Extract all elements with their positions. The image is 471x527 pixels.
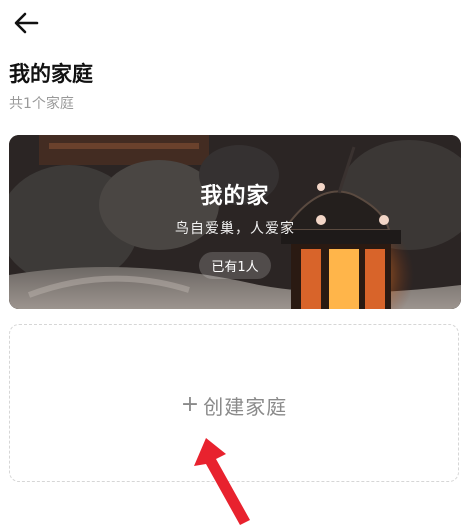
family-count: 共1个家庭 xyxy=(9,96,74,112)
create-family-button[interactable]: + 创建家庭 xyxy=(9,324,459,482)
page-title: 我的家庭 xyxy=(9,62,93,86)
family-name: 我的家 xyxy=(200,184,270,209)
arrow-left-icon xyxy=(14,12,39,34)
family-motto: 鸟自爱巢，人爱家 xyxy=(175,221,295,237)
member-count-badge: 已有1人 xyxy=(199,252,271,279)
create-family-label: 创建家庭 xyxy=(203,394,288,419)
family-card[interactable]: 我的家 鸟自爱巢，人爱家 已有1人 xyxy=(9,135,461,309)
plus-icon: + xyxy=(180,392,200,417)
back-button[interactable] xyxy=(6,6,46,40)
